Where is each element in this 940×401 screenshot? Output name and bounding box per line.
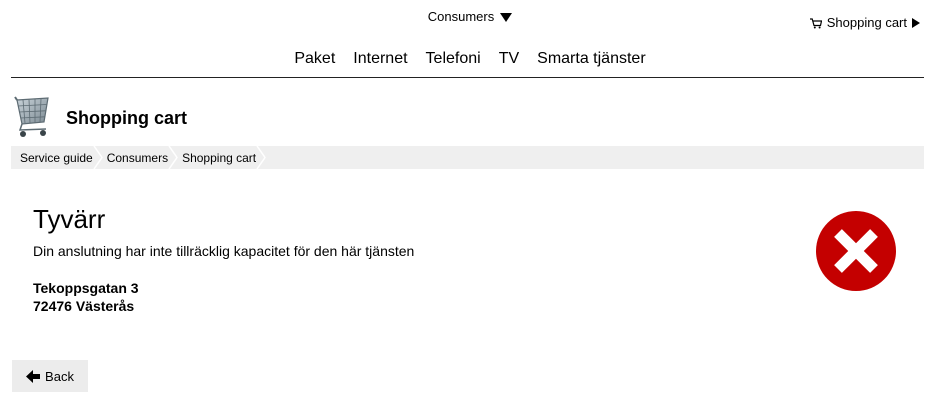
nav-item-internet[interactable]: Internet	[353, 48, 407, 70]
shopping-cart-link[interactable]: Shopping cart	[809, 14, 920, 32]
error-message: Din anslutning har inte tillräcklig kapa…	[33, 243, 415, 259]
segment-label: Consumers	[427, 9, 495, 24]
back-arrow-icon	[26, 369, 41, 383]
address-block: Tekoppsgatan 3 72476 Västerås	[33, 279, 139, 315]
cart-icon	[809, 17, 822, 28]
breadcrumb-separator-icon	[256, 146, 267, 169]
address-city: 72476 Västerås	[33, 298, 135, 314]
back-button-label: Back	[45, 368, 74, 384]
breadcrumb-consumers[interactable]: Consumers	[103, 146, 168, 169]
main-nav: Paket Internet Telefoni TV Smarta tjänst…	[0, 48, 940, 70]
nav-item-tv[interactable]: TV	[499, 48, 519, 70]
breadcrumb-separator-icon	[168, 146, 178, 169]
error-title: Tyvärr	[33, 204, 106, 234]
caret-right-icon	[912, 18, 920, 28]
shopping-cart-icon	[14, 96, 49, 137]
address-street: Tekoppsgatan 3	[33, 280, 139, 296]
nav-item-smarta-tjanster[interactable]: Smarta tjänster	[537, 48, 645, 70]
breadcrumb-service-guide[interactable]: Service guide	[11, 146, 93, 169]
nav-item-telefoni[interactable]: Telefoni	[426, 48, 481, 70]
page-heading: Shopping cart	[14, 96, 187, 140]
breadcrumb-separator-icon	[93, 146, 103, 169]
page-title: Shopping cart	[66, 107, 187, 128]
breadcrumb: Service guide Consumers Shopping cart	[11, 146, 924, 169]
caret-down-icon	[500, 12, 513, 22]
breadcrumb-shopping-cart[interactable]: Shopping cart	[178, 146, 256, 169]
nav-divider	[11, 77, 924, 78]
segment-selector[interactable]: Consumers	[0, 8, 940, 26]
error-x-icon	[816, 211, 896, 291]
back-button[interactable]: Back	[12, 360, 88, 392]
cart-link-label: Shopping cart	[826, 15, 907, 30]
nav-item-paket[interactable]: Paket	[294, 48, 335, 70]
